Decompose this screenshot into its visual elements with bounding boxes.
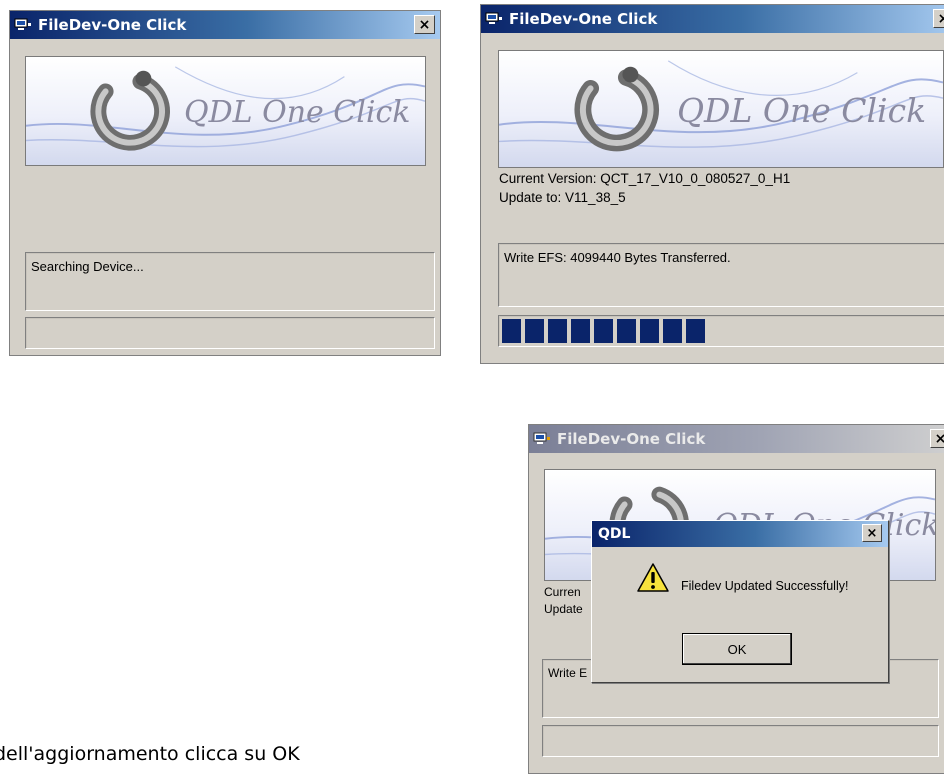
- progress-bar: [498, 315, 944, 347]
- progress-segment: [594, 319, 613, 343]
- progress-segment: [502, 319, 521, 343]
- window-title: FileDev-One Click: [509, 10, 658, 28]
- close-button[interactable]: ×: [933, 9, 944, 28]
- window-title: FileDev-One Click: [557, 430, 706, 448]
- dialog-title: QDL: [598, 526, 631, 542]
- close-button[interactable]: ×: [414, 15, 435, 34]
- banner-logo: QDL One Click: [498, 50, 944, 168]
- progress-bar: [542, 725, 939, 757]
- status-box: Write EFS: 4099440 Bytes Transferred.: [498, 243, 944, 307]
- update-to-text: Update: [544, 602, 583, 616]
- dialog-message: Filedev Updated Successfully!: [681, 579, 849, 593]
- progress-segment: [617, 319, 636, 343]
- banner-logo: QDL One Click: [25, 56, 426, 166]
- progress-segment: [548, 319, 567, 343]
- progress-segment: [525, 319, 544, 343]
- warning-icon: [637, 563, 669, 592]
- status-text: Write EFS: 4099440 Bytes Transferred.: [504, 250, 731, 265]
- window-updating: FileDev-One Click × QDL One Click Curren…: [480, 4, 944, 364]
- status-box: Searching Device...: [25, 252, 435, 311]
- dialog-close-button[interactable]: ×: [862, 524, 882, 542]
- dialog-title-bar[interactable]: QDL: [592, 521, 888, 547]
- title-bar[interactable]: FileDev-One Click: [10, 11, 440, 39]
- app-icon: [14, 18, 31, 30]
- ok-button[interactable]: OK: [682, 633, 792, 665]
- progress-segment: [686, 319, 705, 343]
- window-searching: FileDev-One Click × QDL One Click Search…: [9, 10, 441, 356]
- progress-segment: [571, 319, 590, 343]
- banner-logo-text: QDL One Click: [184, 95, 411, 130]
- progress-segment: [640, 319, 659, 343]
- status-text: Searching Device...: [31, 259, 144, 274]
- success-dialog: QDL × Filedev Updated Successfully! OK: [591, 520, 889, 683]
- current-version-text: Current Version: QCT_17_V10_0_080527_0_H…: [499, 171, 791, 186]
- instruction-caption: dell'aggiornamento clicca su OK: [0, 743, 300, 765]
- app-icon: [485, 12, 502, 24]
- title-bar[interactable]: FileDev-One Click: [529, 425, 944, 453]
- close-button[interactable]: ×: [930, 429, 944, 448]
- window-title: FileDev-One Click: [38, 16, 187, 34]
- progress-bar: [25, 317, 435, 349]
- banner-logo-text: QDL One Click: [677, 91, 927, 130]
- update-to-text: Update to: V11_38_5: [499, 190, 626, 205]
- title-bar[interactable]: FileDev-One Click: [481, 5, 944, 33]
- progress-segment: [663, 319, 682, 343]
- app-icon: [533, 432, 550, 444]
